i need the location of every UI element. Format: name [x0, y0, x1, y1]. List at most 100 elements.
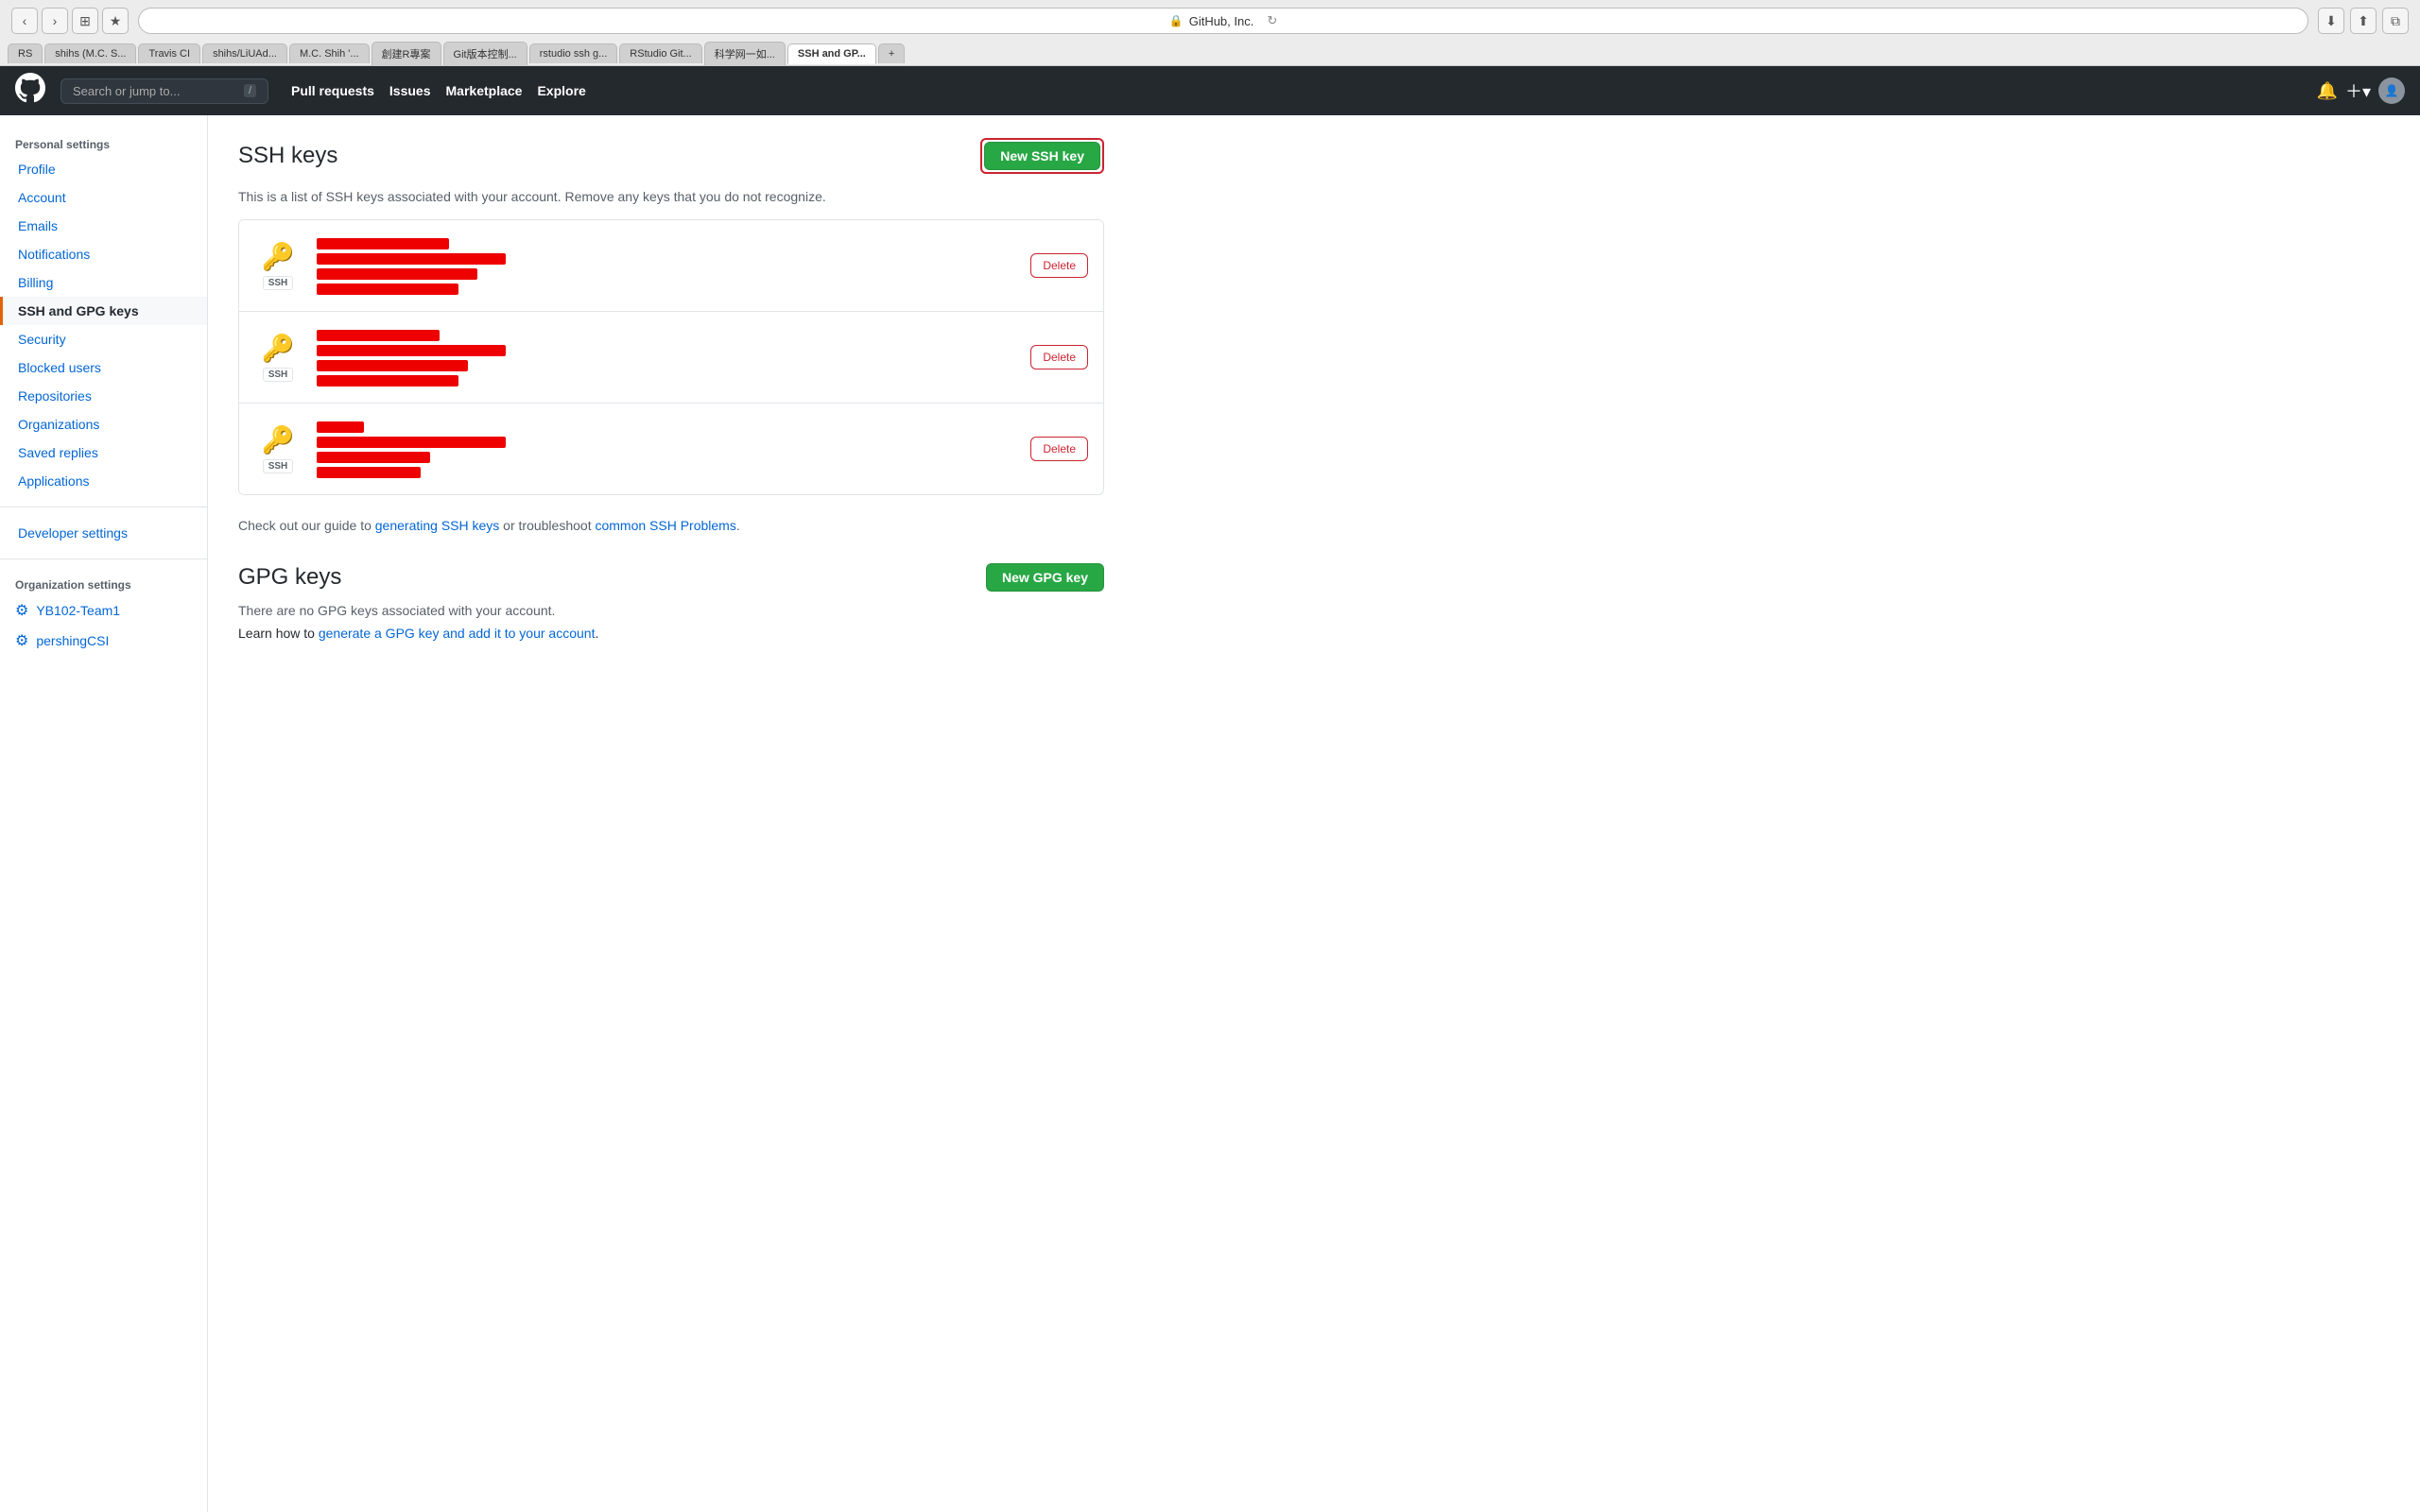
new-ssh-highlight: New SSH key [980, 138, 1104, 174]
key-badge-1: SSH [263, 276, 294, 290]
nav-pull-requests[interactable]: Pull requests [291, 83, 374, 98]
sidebar-item-billing[interactable]: Billing [0, 268, 207, 297]
key-icon-1: 🔑 [262, 241, 295, 272]
tab-liuad[interactable]: shihs/LiUAd... [202, 43, 287, 63]
sidebar-item-security[interactable]: Security [0, 325, 207, 353]
org-item-pershing[interactable]: ⚙ pershingCSI [0, 626, 207, 656]
browser-nav-buttons: ‹ › ⊞ ★ [11, 8, 129, 34]
gpg-learn-end: . [595, 626, 598, 641]
generating-ssh-keys-link[interactable]: generating SSH keys [375, 518, 500, 533]
delete-key-3-button[interactable]: Delete [1030, 437, 1088, 461]
sidebar-developer-settings[interactable]: Developer settings [0, 519, 207, 547]
nav-explore[interactable]: Explore [537, 83, 585, 98]
gpg-empty-text: There are no GPG keys associated with yo… [238, 603, 1104, 618]
ssh-key-item-1: 🔑 SSH Delete [239, 220, 1103, 312]
key-fingerprint-2 [317, 345, 506, 356]
key-added-1 [317, 268, 477, 280]
tab-kexuewang[interactable]: 科学网一如... [704, 42, 786, 65]
tab-rstudio-git[interactable]: RStudio Git... [619, 43, 701, 63]
sidebar-button[interactable]: ⊞ [72, 8, 98, 34]
key-icon-wrap-1: 🔑 SSH [254, 241, 302, 290]
notifications-bell-icon[interactable]: 🔔 [2317, 81, 2338, 101]
search-placeholder: Search or jump to... [73, 84, 180, 98]
github-header: Search or jump to... / Pull requests Iss… [0, 66, 2420, 115]
tab-travis[interactable]: Travis CI [138, 43, 200, 63]
key-icon-wrap-3: 🔑 SSH [254, 424, 302, 473]
key-info-2 [317, 327, 1015, 387]
new-gpg-key-button[interactable]: New GPG key [986, 563, 1104, 592]
footer-text-3: . [736, 518, 740, 533]
nav-issues[interactable]: Issues [389, 83, 431, 98]
key-fingerprint-1 [317, 253, 506, 265]
org-label-yb102: YB102-Team1 [36, 603, 120, 618]
sidebar-item-organizations[interactable]: Organizations [0, 410, 207, 438]
search-shortcut: / [244, 84, 256, 97]
tab-create-r[interactable]: 創建R專案 [372, 42, 441, 65]
browser-chrome: ‹ › ⊞ ★ 🔒 GitHub, Inc. ↻ ⬇ ⬆ ⧉ RS shihs … [0, 0, 2420, 66]
back-button[interactable]: ‹ [11, 8, 38, 34]
new-tab-button[interactable]: ⧉ [2382, 8, 2409, 34]
key-added-3 [317, 452, 430, 463]
avatar[interactable]: 👤 [2378, 77, 2405, 104]
tab-rs[interactable]: RS [8, 43, 43, 63]
new-ssh-key-button[interactable]: New SSH key [984, 142, 1100, 170]
key-name-3 [317, 421, 364, 433]
ssh-title: SSH keys [238, 143, 337, 169]
sidebar-item-saved-replies[interactable]: Saved replies [0, 438, 207, 467]
personal-settings-title: Personal settings [0, 130, 207, 155]
tab-mcshih[interactable]: M.C. Shih '... [289, 43, 370, 63]
main-layout: Personal settings Profile Account Emails… [0, 115, 2420, 1512]
url-text: GitHub, Inc. [1189, 14, 1254, 28]
nav-marketplace[interactable]: Marketplace [446, 83, 523, 98]
key-name-1 [317, 238, 449, 249]
key-last-used-3 [317, 467, 421, 478]
sidebar-item-blocked-users[interactable]: Blocked users [0, 353, 207, 382]
common-ssh-problems-link[interactable]: common SSH Problems [595, 518, 735, 533]
delete-key-1-button[interactable]: Delete [1030, 253, 1088, 278]
key-fingerprint-3 [317, 437, 506, 448]
sidebar-item-ssh-gpg[interactable]: SSH and GPG keys [0, 297, 207, 325]
main-nav: Pull requests Issues Marketplace Explore [291, 83, 586, 98]
forward-button[interactable]: › [42, 8, 68, 34]
org-icon-pershing: ⚙ [15, 631, 28, 650]
key-badge-2: SSH [263, 368, 294, 382]
sidebar-item-repositories[interactable]: Repositories [0, 382, 207, 410]
url-bar[interactable]: 🔒 GitHub, Inc. ↻ [138, 8, 2308, 34]
ssh-section-header: SSH keys New SSH key [238, 138, 1104, 174]
key-info-1 [317, 235, 1015, 296]
ssh-key-list: 🔑 SSH Delete 🔑 SSH [238, 219, 1104, 495]
new-item-button[interactable]: ＋▾ [2345, 78, 2371, 103]
ssh-footer-links: Check out our guide to generating SSH ke… [238, 518, 1104, 533]
refresh-icon[interactable]: ↻ [1267, 13, 1277, 28]
github-logo[interactable] [15, 73, 45, 110]
share-button[interactable]: ⬆ [2350, 8, 2377, 34]
download-button[interactable]: ⬇ [2318, 8, 2344, 34]
tab-shihs[interactable]: shihs (M.C. S... [44, 43, 136, 63]
key-badge-3: SSH [263, 459, 294, 473]
gpg-title: GPG keys [238, 564, 341, 591]
gpg-section-header: GPG keys New GPG key [238, 563, 1104, 592]
tab-rstudio-ssh[interactable]: rstudio ssh g... [529, 43, 618, 63]
sidebar-item-profile[interactable]: Profile [0, 155, 207, 183]
org-settings-title: Organization settings [0, 571, 207, 595]
tab-ssh-gpg[interactable]: SSH and GP... [787, 43, 876, 64]
sidebar-divider-2 [0, 558, 207, 559]
key-last-used-2 [317, 375, 458, 387]
key-icon-2: 🔑 [262, 333, 295, 364]
tab-git-control[interactable]: Git版本控制... [443, 42, 527, 65]
search-input[interactable]: Search or jump to... / [60, 78, 268, 104]
main-content: SSH keys New SSH key This is a list of S… [208, 115, 1134, 1512]
browser-action-buttons: ⬇ ⬆ ⧉ [2318, 8, 2409, 34]
gpg-learn-prefix: Learn how to [238, 626, 319, 641]
sidebar-item-notifications[interactable]: Notifications [0, 240, 207, 268]
org-item-yb102[interactable]: ⚙ YB102-Team1 [0, 595, 207, 626]
sidebar-item-applications[interactable]: Applications [0, 467, 207, 495]
sidebar-item-emails[interactable]: Emails [0, 212, 207, 240]
sidebar-item-account[interactable]: Account [0, 183, 207, 212]
delete-key-2-button[interactable]: Delete [1030, 345, 1088, 369]
key-added-2 [317, 360, 468, 371]
new-tab-plus[interactable]: + [878, 43, 905, 63]
ssh-key-item-3: 🔑 SSH Delete [239, 404, 1103, 494]
gpg-learn-link[interactable]: generate a GPG key and add it to your ac… [319, 626, 596, 641]
bookmark-button[interactable]: ★ [102, 8, 129, 34]
